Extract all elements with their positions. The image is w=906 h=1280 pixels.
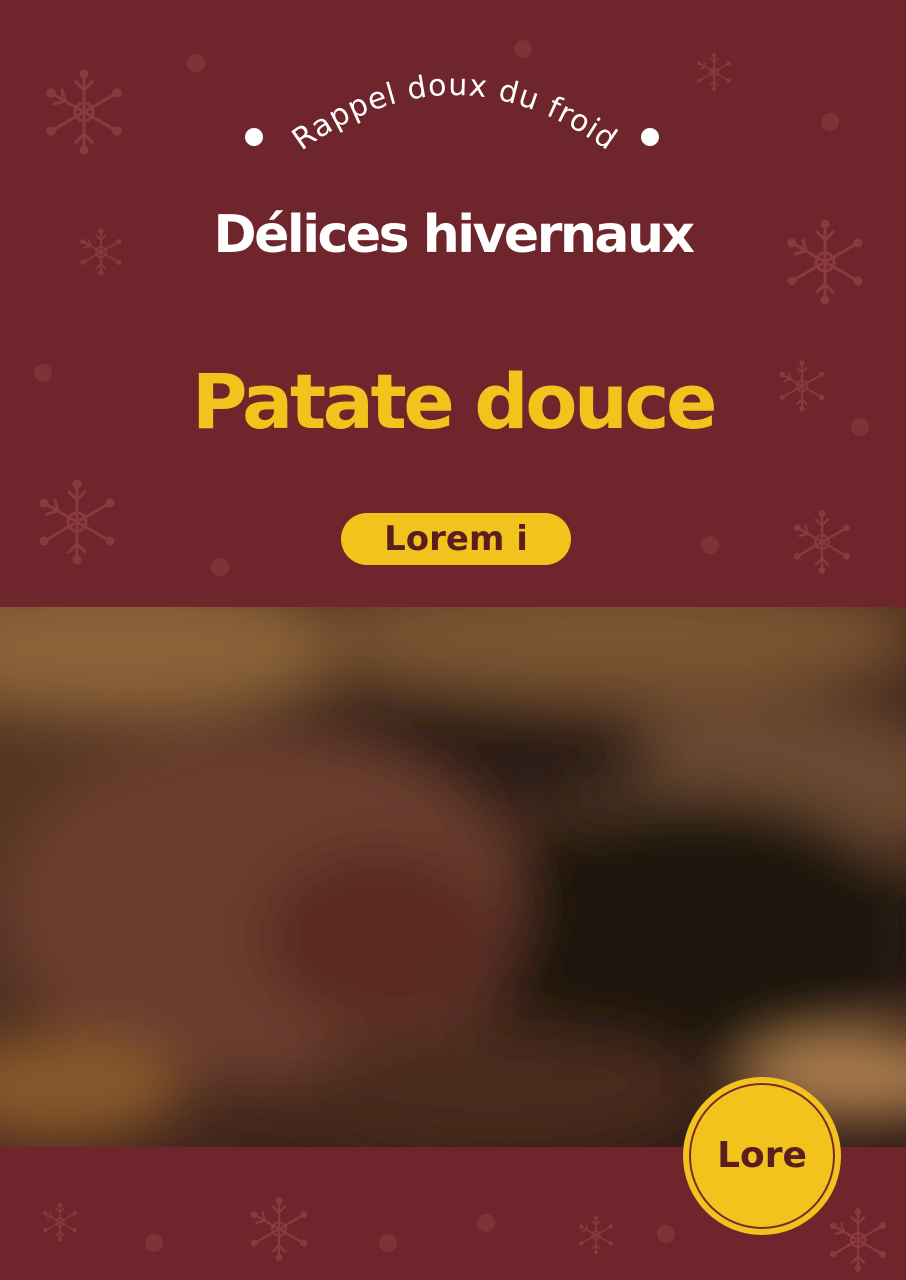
badge-label: Lore	[717, 1135, 807, 1176]
poster: Rappel doux du froid Délices hivernaux P…	[0, 0, 906, 1280]
snowflake-icon	[250, 1197, 308, 1261]
page-title: Patate douce	[191, 357, 718, 446]
pill-label: Lorem i	[341, 513, 571, 565]
snowflake-icon	[579, 1215, 613, 1255]
svg-text:Rappel doux du froid: Rappel doux du froid	[286, 68, 624, 158]
snowflake-icon	[39, 479, 115, 565]
badge: Lore	[683, 1077, 841, 1235]
food-photo	[0, 607, 906, 1147]
bullet-dot-icon	[641, 128, 659, 146]
snowflake-icon	[793, 510, 851, 574]
snowflake-icon	[43, 1202, 77, 1242]
subtitle: Délices hivernaux	[213, 205, 695, 265]
arc-text: Rappel doux du froid	[286, 68, 623, 158]
bullet-dot-icon	[245, 128, 263, 146]
